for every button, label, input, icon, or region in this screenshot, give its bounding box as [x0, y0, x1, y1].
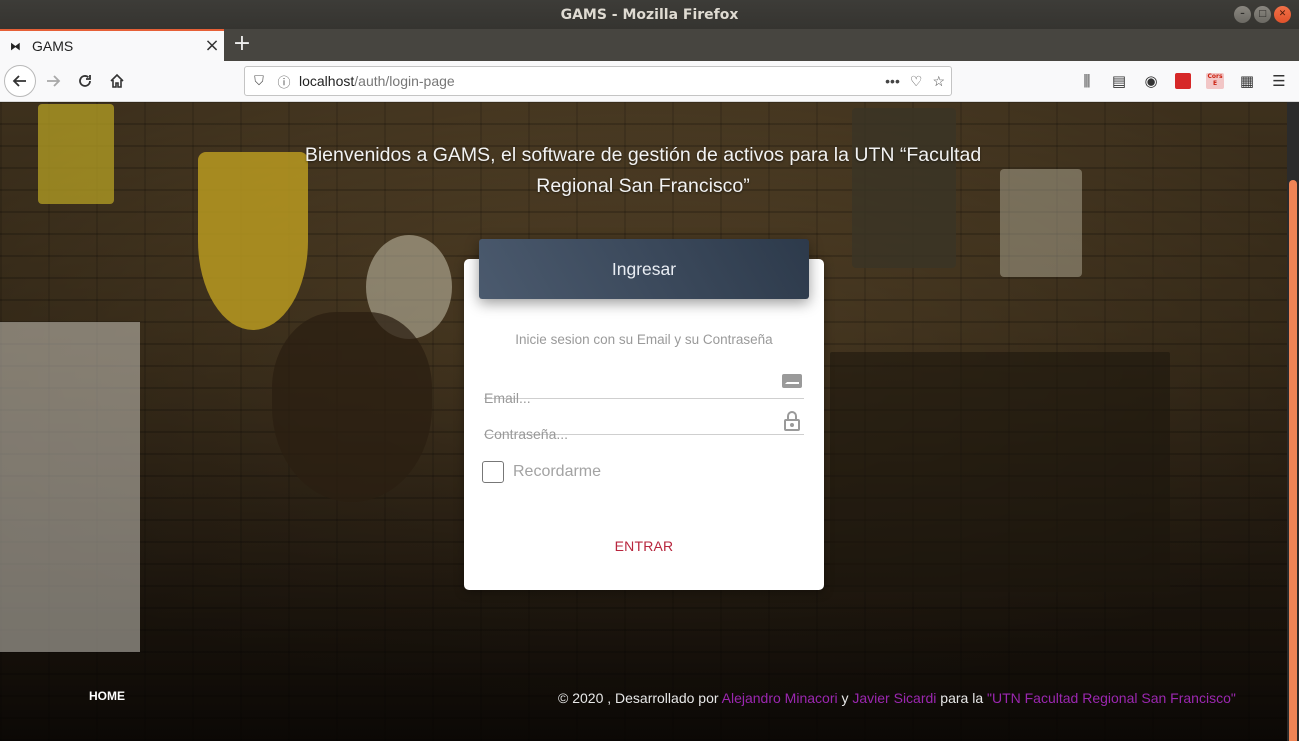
lock-icon [784, 411, 800, 431]
maximize-button[interactable]: □ [1254, 6, 1271, 23]
window-title: GAMS - Mozilla Firefox [560, 6, 739, 23]
conjunction-text: y [841, 690, 849, 706]
background-toolboard [830, 352, 1170, 592]
library-icon[interactable]: ⫼ [1071, 66, 1103, 96]
background-sign [1000, 169, 1082, 277]
for-text: para la [940, 690, 984, 706]
reload-icon [79, 75, 91, 87]
footer-copyright: © 2020 , Desarrollado por Alejandro Mina… [558, 690, 1236, 706]
url-host: localhost [299, 73, 355, 89]
url-actions: ••• ♡ ☆ [885, 67, 945, 95]
page-viewport: Bienvenidos a GAMS, el software de gesti… [0, 102, 1287, 741]
arrow-left-icon [12, 75, 26, 87]
window-controls: – □ ✕ [1234, 6, 1291, 23]
cors-extension-icon[interactable]: Cors E [1199, 66, 1231, 96]
forward-button[interactable] [38, 66, 68, 96]
page-actions-icon[interactable]: ••• [885, 73, 900, 89]
url-bar[interactable]: ⛉ ⓘ localhost/auth/login-page ••• ♡ ☆ [244, 66, 952, 96]
bowtie-icon: ⧓ [10, 39, 21, 53]
back-button[interactable] [4, 65, 36, 97]
pocket-icon[interactable]: ♡ [910, 73, 923, 90]
page-scrollbar[interactable] [1287, 102, 1299, 741]
author-link-2[interactable]: Javier Sicardi [852, 690, 936, 706]
password-field[interactable] [484, 426, 774, 442]
tracking-shield-icon[interactable]: ⛉ [245, 73, 273, 89]
password-field-group [484, 399, 804, 442]
tab-gams[interactable]: ⧓ GAMS × [0, 29, 224, 61]
new-tab-button[interactable]: + [232, 31, 252, 57]
minimize-button[interactable]: – [1234, 6, 1251, 23]
site-info-icon[interactable]: ⓘ [273, 72, 295, 91]
submit-button[interactable]: ENTRAR [604, 538, 684, 554]
remember-checkbox[interactable] [482, 461, 504, 483]
home-icon [110, 73, 124, 88]
window-titlebar: GAMS - Mozilla Firefox – □ ✕ [0, 0, 1299, 29]
sidebar-icon[interactable]: ▤ [1103, 66, 1135, 96]
login-card: Ingresar Inicie sesion con su Email y su… [464, 239, 824, 590]
navigation-toolbar: ⛉ ⓘ localhost/auth/login-page ••• ♡ ☆ ⫼ … [0, 61, 1299, 102]
tab-label: GAMS [32, 38, 74, 54]
copyright-text: © 2020 , Desarrollado por [558, 690, 719, 706]
login-description: Inicie sesion con su Email y su Contrase… [515, 332, 773, 347]
tab-strip: ⧓ GAMS × + [0, 29, 1299, 61]
welcome-heading: Bienvenidos a GAMS, el software de gesti… [304, 144, 982, 197]
login-card-header: Ingresar [479, 239, 809, 299]
background-window [0, 322, 140, 652]
arrow-right-icon [47, 75, 61, 87]
mail-icon [782, 374, 802, 388]
extension-red-icon[interactable] [1167, 66, 1199, 96]
reload-button[interactable] [70, 66, 100, 96]
menu-icon[interactable]: ☰ [1263, 66, 1295, 96]
home-button[interactable] [102, 66, 132, 96]
close-tab-icon[interactable]: × [200, 37, 224, 55]
extensions-icon[interactable]: ▦ [1231, 66, 1263, 96]
remember-me[interactable]: Recordarme [482, 461, 601, 483]
author-link-1[interactable]: Alejandro Minacori [722, 690, 838, 706]
scrollbar-thumb[interactable] [1289, 180, 1297, 741]
footer-home-link[interactable]: HOME [89, 689, 125, 703]
toolbar-right: ⫼ ▤ ◉ Cors E ▦ ☰ [1071, 66, 1295, 96]
email-field-group [484, 363, 804, 406]
account-icon[interactable]: ◉ [1135, 66, 1167, 96]
bookmark-star-icon[interactable]: ☆ [932, 73, 945, 90]
remember-label: Recordarme [513, 463, 602, 480]
background-bellows [272, 312, 432, 502]
background-sign [38, 104, 114, 204]
url-path: /auth/login-page [354, 73, 455, 89]
close-window-button[interactable]: ✕ [1274, 6, 1291, 23]
institution-link[interactable]: "UTN Facultad Regional San Francisco" [987, 690, 1236, 706]
